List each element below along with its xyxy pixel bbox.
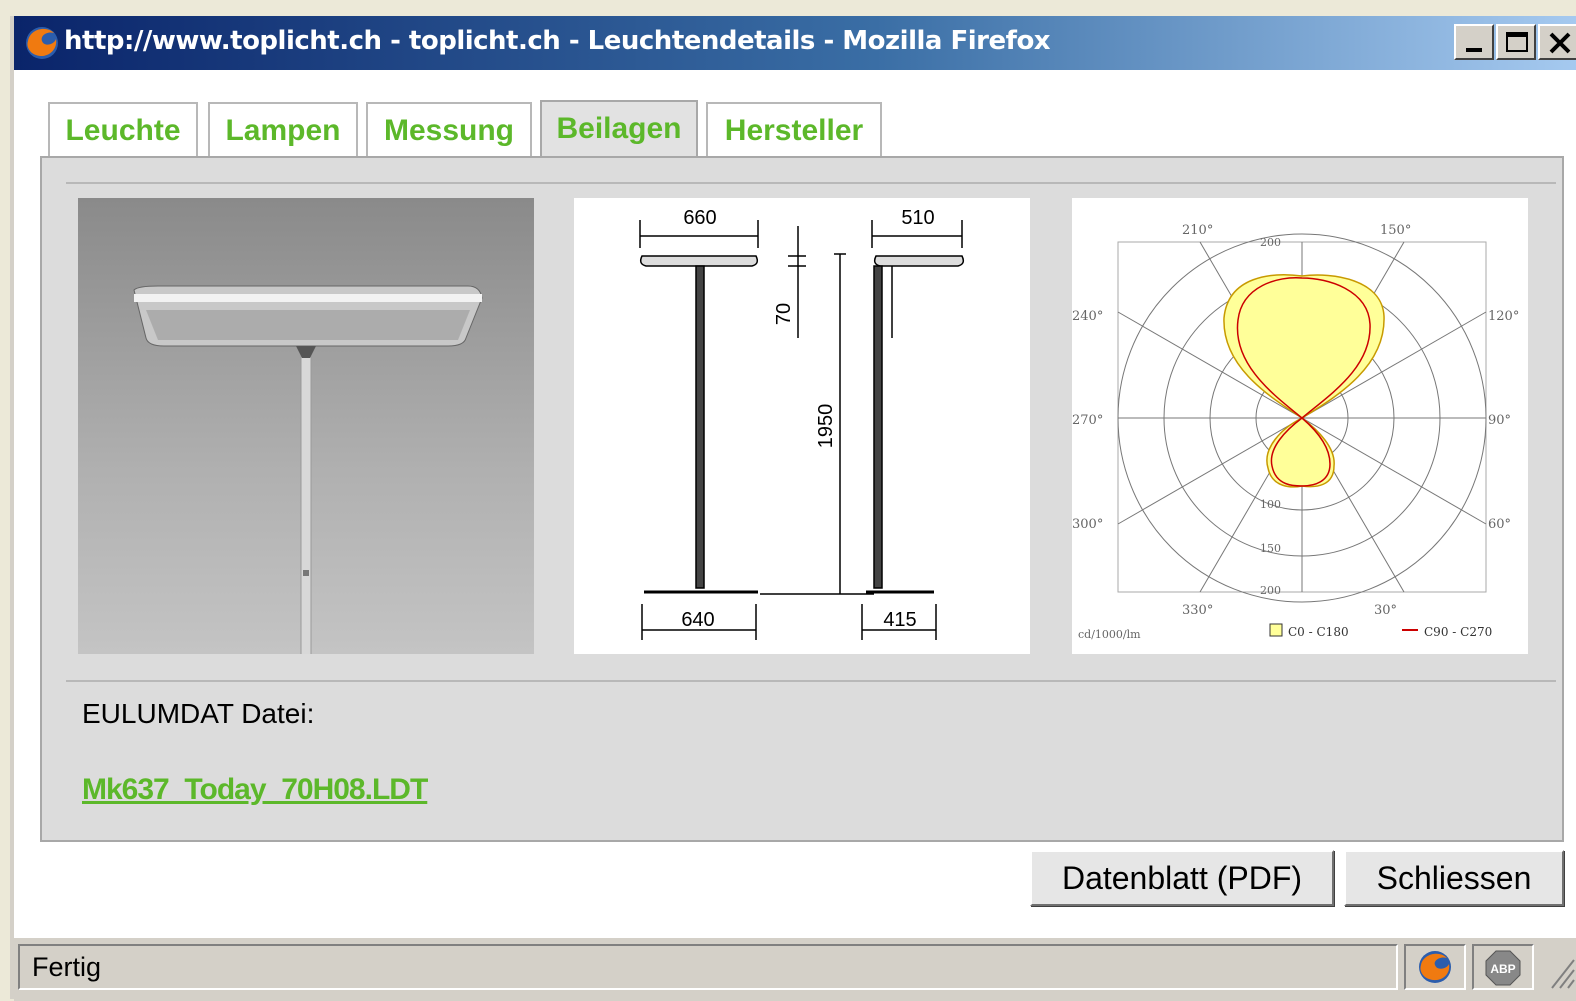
minimize-button[interactable] xyxy=(1454,24,1494,60)
angle-150: 150° xyxy=(1380,223,1411,238)
angle-210: 210° xyxy=(1182,223,1213,238)
tab-panel-beilagen: 660 510 70 1950 640 415 210° 150° 240° 1… xyxy=(40,156,1564,842)
luminaire-photo-graphic xyxy=(133,285,483,659)
dim-415: 415 xyxy=(883,609,916,631)
angle-30: 30° xyxy=(1374,603,1397,618)
legend-c0: C0 - C180 xyxy=(1288,625,1349,639)
divider-top xyxy=(66,182,1556,184)
tab-lampen[interactable]: Lampen xyxy=(208,102,358,158)
close-icon xyxy=(1549,32,1571,54)
svg-text:ABP: ABP xyxy=(1490,962,1515,976)
dim-1950: 1950 xyxy=(815,404,837,449)
dimension-drawing: 660 510 70 1950 640 415 xyxy=(574,198,1030,654)
polar-light-distribution: 210° 150° 240° 120° 270° 90° 300° 60° 33… xyxy=(1072,198,1528,654)
dimension-drawing-graphic: 660 510 70 1950 640 415 xyxy=(639,207,965,640)
tab-messung[interactable]: Messung xyxy=(366,102,532,158)
angle-240: 240° xyxy=(1072,309,1103,324)
adblock-status-cell[interactable]: ABP xyxy=(1472,944,1534,990)
tab-hersteller[interactable]: Hersteller xyxy=(706,102,882,158)
close-button[interactable]: Schliessen xyxy=(1344,850,1564,906)
dim-660: 660 xyxy=(683,207,716,229)
close-window-button[interactable] xyxy=(1538,24,1576,60)
radial-100-bottom: 100 xyxy=(1260,498,1281,511)
eulumdat-file-link[interactable]: Mk637_Today_70H08.LDT xyxy=(82,773,428,807)
angle-60: 60° xyxy=(1488,517,1511,532)
radial-200-bottom: 200 xyxy=(1260,584,1281,597)
angle-90: 90° xyxy=(1488,413,1511,428)
dim-640: 640 xyxy=(681,609,714,631)
luminaire-photo xyxy=(78,198,534,659)
radial-150-bottom: 150 xyxy=(1260,542,1281,555)
tab-beilagen[interactable]: Beilagen xyxy=(540,100,698,162)
firefox-status-cell[interactable] xyxy=(1404,944,1466,990)
resize-grip-icon[interactable] xyxy=(1544,952,1576,992)
legend-c90: C90 - C270 xyxy=(1424,625,1492,639)
dim-510: 510 xyxy=(901,207,934,229)
firefox-icon xyxy=(26,27,58,59)
maximize-button[interactable] xyxy=(1496,24,1536,60)
divider-bottom xyxy=(66,680,1556,682)
radial-200-top: 200 xyxy=(1260,236,1281,249)
maximize-icon xyxy=(1506,32,1528,52)
firefox-window: http://www.toplicht.ch - toplicht.ch - L… xyxy=(10,16,1576,1001)
eulumdat-label: EULUMDAT Datei: xyxy=(82,698,315,729)
legend-swatch-c0 xyxy=(1269,623,1283,637)
minimize-icon xyxy=(1466,48,1482,52)
polar-unit: cd/1000/lm xyxy=(1078,628,1141,641)
adblock-icon: ABP xyxy=(1485,950,1521,986)
status-text: Fertig xyxy=(18,944,1398,990)
window-title: http://www.toplicht.ch - toplicht.ch - L… xyxy=(64,26,1051,56)
status-bar: Fertig ABP xyxy=(14,936,1576,1001)
title-bar[interactable]: http://www.toplicht.ch - toplicht.ch - L… xyxy=(14,16,1576,70)
angle-120: 120° xyxy=(1488,309,1519,324)
firefox-icon xyxy=(1419,951,1451,983)
polar-diagram-graphic: 210° 150° 240° 120° 270° 90° 300° 60° 33… xyxy=(1072,223,1519,641)
angle-270: 270° xyxy=(1072,413,1103,428)
tab-leuchte[interactable]: Leuchte xyxy=(48,102,198,158)
dim-70: 70 xyxy=(773,303,795,325)
datasheet-pdf-button[interactable]: Datenblatt (PDF) xyxy=(1030,850,1334,906)
angle-330: 330° xyxy=(1182,603,1213,618)
angle-300: 300° xyxy=(1072,517,1103,532)
